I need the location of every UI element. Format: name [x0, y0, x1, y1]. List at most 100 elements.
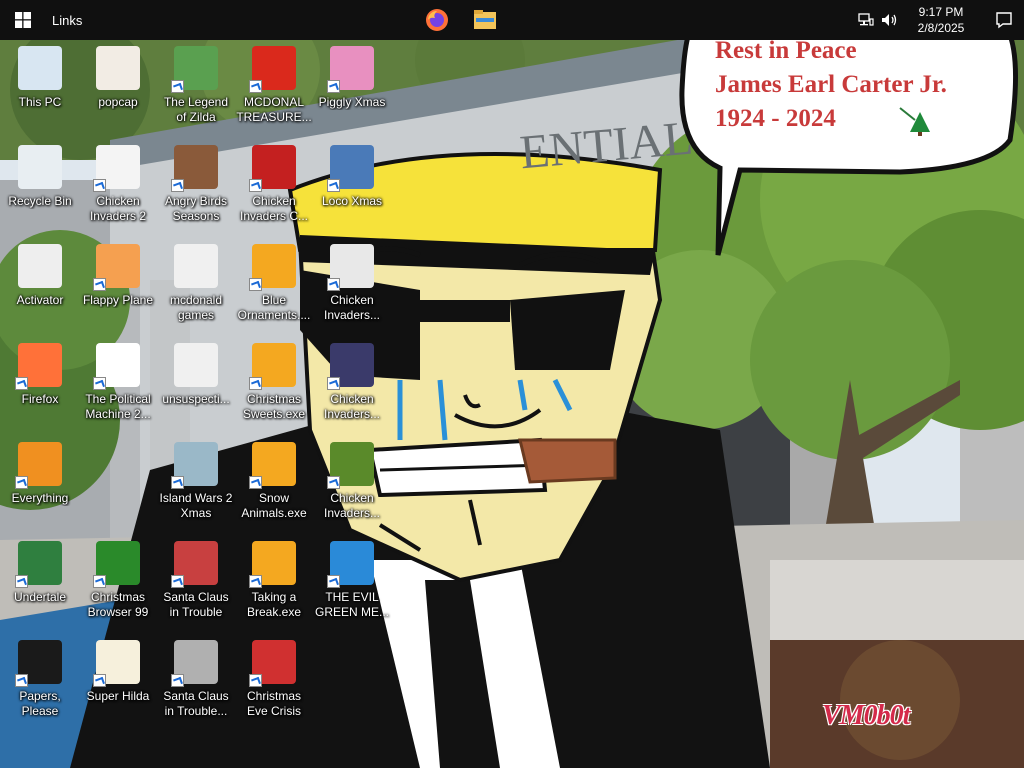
- shortcut-arrow-icon: [249, 80, 262, 93]
- taskbar-firefox-button[interactable]: [415, 0, 459, 40]
- puzzle-icon: [249, 539, 298, 588]
- desktop-icon-label: popcap: [98, 95, 138, 109]
- shortcut-arrow-icon: [249, 377, 262, 390]
- desktop-icon-label: MCDONAL TREASURE...: [236, 95, 312, 124]
- shortcut-arrow-icon: [249, 575, 262, 588]
- desktop-icon[interactable]: Christmas Browser 99: [79, 535, 157, 631]
- chicken-invaders-icon: [327, 242, 376, 291]
- desktop-icon-label: Firefox: [21, 392, 59, 406]
- links-toolbar-label[interactable]: Links: [52, 13, 82, 28]
- shortcut-arrow-icon: [93, 179, 106, 192]
- desktop-icon-label: Taking a Break.exe: [246, 590, 302, 619]
- action-center-button[interactable]: [984, 0, 1024, 40]
- desktop-icon[interactable]: Santa Claus in Trouble: [157, 535, 235, 631]
- desktop-icon[interactable]: THE EVIL GREEN ME...: [313, 535, 391, 631]
- desktop-icon-label: Chicken Invaders 2: [89, 194, 147, 223]
- desktop-icon[interactable]: Undertale: [1, 535, 79, 631]
- desktop-icon[interactable]: Papers, Please: [1, 634, 79, 730]
- desktop-icon[interactable]: Super Hilda: [79, 634, 157, 730]
- desktop-icon-label: The Political Machine 2...: [85, 392, 151, 421]
- desktop-icon[interactable]: This PC: [1, 40, 79, 136]
- desktop-icon[interactable]: The Legend of Zilda: [157, 40, 235, 136]
- folder-files-icon: [172, 242, 220, 290]
- shortcut-arrow-icon: [171, 476, 184, 489]
- desktop-icon[interactable]: Chicken Invaders C...: [235, 139, 313, 235]
- teddy-bear-icon: [327, 143, 376, 192]
- chicken-invaders-icon: [327, 440, 376, 489]
- shortcut-arrow-icon: [93, 674, 106, 687]
- puzzle-icon: [249, 242, 298, 291]
- desktop-icon[interactable]: Santa Claus in Trouble... A...: [157, 634, 235, 730]
- start-button[interactable]: [0, 0, 46, 40]
- network-status-button[interactable]: [854, 0, 878, 40]
- flappy-plane-icon: [93, 242, 142, 291]
- desktop-icon[interactable]: Loco Xmas: [313, 139, 391, 235]
- clock-time: 9:17 PM: [918, 5, 964, 19]
- desktop-icon-label: Christmas Browser 99: [87, 590, 149, 619]
- desktop-icon[interactable]: Firefox: [1, 337, 79, 433]
- desktop-icon-label: Angry Birds Seasons: [164, 194, 228, 223]
- puzzle-icon: [249, 440, 298, 489]
- pixel-game-icon: [93, 638, 142, 687]
- volume-button[interactable]: [878, 0, 902, 40]
- desktop-icon[interactable]: Chicken Invaders...: [313, 238, 391, 334]
- shortcut-arrow-icon: [171, 179, 184, 192]
- taskbar-file-explorer-button[interactable]: [463, 0, 507, 40]
- shortcut-arrow-icon: [249, 476, 262, 489]
- chicken-invaders-icon: [93, 143, 142, 192]
- desktop-icon[interactable]: Piggly Xmas: [313, 40, 391, 136]
- desktop-icon[interactable]: unsuspecti...: [157, 337, 235, 433]
- zilda-icon: [171, 44, 220, 93]
- desktop-icon-label: Everything: [11, 491, 69, 505]
- desktop-icon[interactable]: popcap: [79, 40, 157, 136]
- desktop-icon[interactable]: Snow Animals.exe: [235, 436, 313, 532]
- network-icon: [858, 13, 874, 26]
- desktop-icon[interactable]: Angry Birds Seasons: [157, 139, 235, 235]
- desktop-icon[interactable]: Chicken Invaders...: [313, 337, 391, 433]
- desktop-icon-label: unsuspecti...: [162, 392, 230, 406]
- folder-icon: [474, 10, 496, 29]
- desktop-icon[interactable]: Recycle Bin: [1, 139, 79, 235]
- shortcut-arrow-icon: [15, 674, 28, 687]
- santa-icon: [171, 638, 220, 687]
- desktop-icon[interactable]: Flappy Plane: [79, 238, 157, 334]
- papers-please-icon: [15, 638, 64, 687]
- shortcut-arrow-icon: [15, 575, 28, 588]
- desktop-icon[interactable]: Chicken Invaders...: [313, 436, 391, 532]
- desktop-icon[interactable]: MCDONAL TREASURE...: [235, 40, 313, 136]
- christmas-tree-icon: [93, 539, 142, 588]
- desktop-icon[interactable]: Taking a Break.exe: [235, 535, 313, 631]
- firefox-icon: [15, 341, 64, 390]
- recycle-bin-icon: [16, 143, 64, 191]
- popcap-icon: [94, 44, 142, 92]
- desktop-icon-label: Christmas Sweets.exe: [242, 392, 306, 421]
- shortcut-arrow-icon: [327, 476, 340, 489]
- shortcut-arrow-icon: [171, 575, 184, 588]
- desktop-icon[interactable]: Christmas Eve Crisis: [235, 634, 313, 730]
- desktop-icon[interactable]: Everything: [1, 436, 79, 532]
- desktop-icon[interactable]: The Political Machine 2...: [79, 337, 157, 433]
- desktop-icon[interactable]: Activator: [1, 238, 79, 334]
- shortcut-arrow-icon: [93, 377, 106, 390]
- angry-birds-icon: [171, 143, 220, 192]
- desktop-icon[interactable]: Chicken Invaders 2: [79, 139, 157, 235]
- desktop-icon[interactable]: mcdonald games: [157, 238, 235, 334]
- taskbar-clock[interactable]: 9:17 PM 2/8/2025: [908, 4, 974, 36]
- shortcut-arrow-icon: [15, 377, 28, 390]
- shortcut-arrow-icon: [327, 377, 340, 390]
- shortcut-arrow-icon: [327, 179, 340, 192]
- desktop-icon-label: Snow Animals.exe: [241, 491, 307, 520]
- desktop-icon-label: Chicken Invaders...: [323, 392, 381, 421]
- desktop-icon-grid: This PC Recycle Bin Activator Firefox Everyt…: [0, 40, 1024, 768]
- messenger-icon: [327, 539, 376, 588]
- desktop-icon[interactable]: Island Wars 2 Xmas: [157, 436, 235, 532]
- desktop-icon-label: Activator: [16, 293, 64, 307]
- desktop-icon-label: Chicken Invaders C...: [239, 194, 309, 223]
- desktop-icon-label: Super Hilda: [86, 689, 150, 703]
- desktop-icon[interactable]: Christmas Sweets.exe: [235, 337, 313, 433]
- desktop-icon-label: Undertale: [13, 590, 67, 604]
- desktop-icon-label: Santa Claus in Trouble: [163, 590, 229, 619]
- shortcut-arrow-icon: [327, 80, 340, 93]
- desktop-icon-label: Chicken Invaders...: [323, 293, 381, 322]
- desktop-icon[interactable]: Blue Ornaments....: [235, 238, 313, 334]
